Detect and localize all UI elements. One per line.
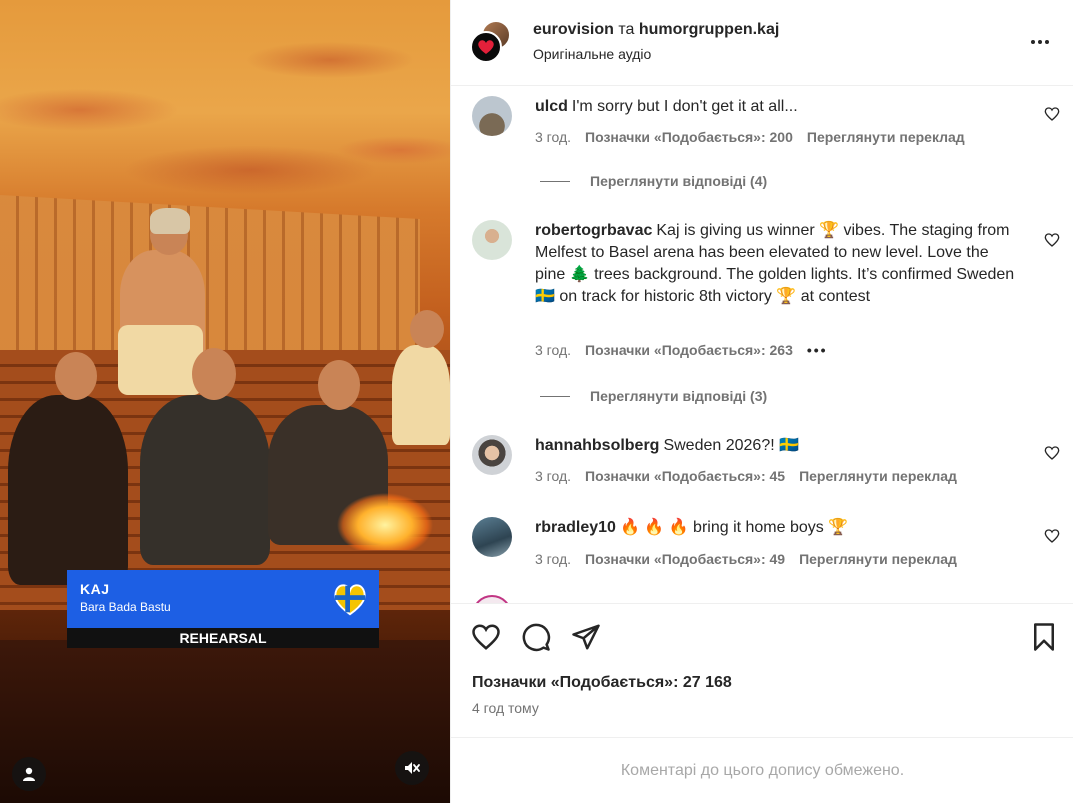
comment-avatar[interactable] <box>472 220 512 260</box>
comment-avatar[interactable] <box>472 517 512 557</box>
comment-like-heart-icon[interactable] <box>1044 528 1060 544</box>
lower-third-song: Bara Bada Bastu <box>80 600 171 614</box>
post-side-panel: eurovision та humorgruppen.kaj Оригіналь… <box>450 0 1073 803</box>
comment-time: 3 год. <box>535 129 572 145</box>
comment-more-options[interactable]: ••• <box>807 342 828 358</box>
user-tag-icon <box>23 767 35 781</box>
lower-third-artist: KAJ <box>80 581 110 597</box>
comment-likes[interactable]: Позначки «Подобається»: 49 <box>585 551 785 567</box>
comment-body: robertogrbavac Kaj is giving us winner 🏆 … <box>535 220 1015 308</box>
comment-username[interactable]: rbradley10 <box>535 519 616 536</box>
performer-left <box>8 395 128 585</box>
replies-line <box>540 395 570 397</box>
author-link-eurovision[interactable]: eurovision <box>533 21 614 38</box>
comment-username[interactable]: hannahbsolberg <box>535 437 659 454</box>
comment-avatar[interactable] <box>472 435 512 475</box>
comment-body: hannahbsolberg Sweden 2026?! 🇸🇪 <box>535 435 1015 457</box>
performer-towel <box>118 325 203 395</box>
performer-right <box>392 345 450 445</box>
post-header: eurovision та humorgruppen.kaj Оригіналь… <box>451 0 1073 86</box>
comments-restricted-notice: Коментарі до цього допису обмежено. <box>620 762 905 779</box>
replies-line <box>540 180 570 182</box>
post-authors: eurovision та humorgruppen.kaj <box>533 21 779 39</box>
authors-joiner: та <box>613 21 639 38</box>
comment-meta: 3 год. Позначки «Подобається»: 45 Переглян… <box>535 468 971 484</box>
more-options-icon <box>1031 40 1049 44</box>
comment-time: 3 год. <box>535 551 572 567</box>
video-sky <box>0 0 450 220</box>
comment-time: 3 год. <box>535 468 572 484</box>
stage-floor <box>0 640 450 803</box>
mute-button[interactable] <box>395 751 429 785</box>
fire-pit <box>320 470 450 550</box>
comment-likes[interactable]: Позначки «Подобається»: 200 <box>585 129 793 145</box>
view-replies-link[interactable]: Переглянути відповіді (3) <box>540 388 767 404</box>
comment-likes[interactable]: Позначки «Подобається»: 263 <box>585 342 793 358</box>
view-replies-text[interactable]: Переглянути відповіді (4) <box>590 173 767 189</box>
comments-list[interactable]: ulcd I'm sorry but I don't get it at all.… <box>451 87 1073 603</box>
performer-middle <box>140 395 270 565</box>
comment-meta: 3 год. Позначки «Подобається»: 200 Перегля… <box>535 129 979 145</box>
lower-third-label: REHEARSAL <box>67 628 379 648</box>
post-likes-count[interactable]: Позначки «Подобається»: 27 168 <box>472 674 732 692</box>
view-replies-link[interactable]: Переглянути відповіді (4) <box>540 173 767 189</box>
author-avatars[interactable] <box>469 18 517 66</box>
comment-username[interactable]: ulcd <box>535 98 568 115</box>
comment-text: Sweden 2026?! 🇸🇪 <box>663 437 800 454</box>
comment-avatar[interactable] <box>472 96 512 136</box>
comment-like-heart-icon[interactable] <box>1044 232 1060 248</box>
view-translation-link[interactable]: Переглянути переклад <box>807 129 965 145</box>
comment-likes[interactable]: Позначки «Подобається»: 45 <box>585 468 785 484</box>
user-tag-button[interactable] <box>12 757 46 791</box>
comment-body: rbradley10 🔥 🔥 🔥 bring it home boys 🏆 <box>535 517 1015 539</box>
comment-username[interactable]: robertogrbavac <box>535 222 652 239</box>
lower-third-banner: KAJ Bara Bada Bastu <box>67 570 379 628</box>
audio-link[interactable]: Оригінальне аудіо <box>533 46 651 62</box>
comment-body: ulcd I'm sorry but I don't get it at all.… <box>535 96 1015 118</box>
view-translation-link[interactable]: Переглянути переклад <box>799 468 957 484</box>
post-actions: Позначки «Подобається»: 27 168 4 год том… <box>451 603 1073 738</box>
eurovision-heart-flag-icon <box>334 584 366 616</box>
performer-middle-head <box>192 348 236 400</box>
view-translation-link[interactable]: Переглянути переклад <box>799 551 957 567</box>
comment-icon[interactable] <box>521 622 551 652</box>
heart-icon[interactable] <box>471 622 501 652</box>
view-replies-text[interactable]: Переглянути відповіді (3) <box>590 388 767 404</box>
comment-like-heart-icon[interactable] <box>1044 445 1060 461</box>
eurovision-heart-icon <box>478 40 494 54</box>
post-timestamp[interactable]: 4 год тому <box>472 700 539 716</box>
performer-right-head <box>410 310 444 348</box>
comment-avatar-partial[interactable] <box>472 595 512 603</box>
comment-meta: 3 год. Позначки «Подобається»: 263 ••• <box>535 342 842 358</box>
performer-accordion-head <box>318 360 360 410</box>
paper-plane-icon[interactable] <box>571 622 601 652</box>
performer-left-head <box>55 352 97 400</box>
comment-text: 🔥 🔥 🔥 bring it home boys 🏆 <box>619 519 849 536</box>
author-link-humorgruppen[interactable]: humorgruppen.kaj <box>639 21 779 38</box>
post-video[interactable]: KAJ Bara Bada Bastu REHEARSAL <box>0 0 450 803</box>
comment-meta: 3 год. Позначки «Подобається»: 49 Переглян… <box>535 551 971 567</box>
comment-text: I'm sorry but I don't get it at all... <box>571 98 798 115</box>
more-options-button[interactable] <box>1028 30 1052 54</box>
comment-time: 3 год. <box>535 342 572 358</box>
avatar-primary <box>470 31 502 63</box>
bookmark-icon[interactable] <box>1029 622 1059 652</box>
mute-icon <box>405 762 420 774</box>
comment-like-heart-icon[interactable] <box>1044 106 1060 122</box>
performer-hat <box>150 208 190 234</box>
